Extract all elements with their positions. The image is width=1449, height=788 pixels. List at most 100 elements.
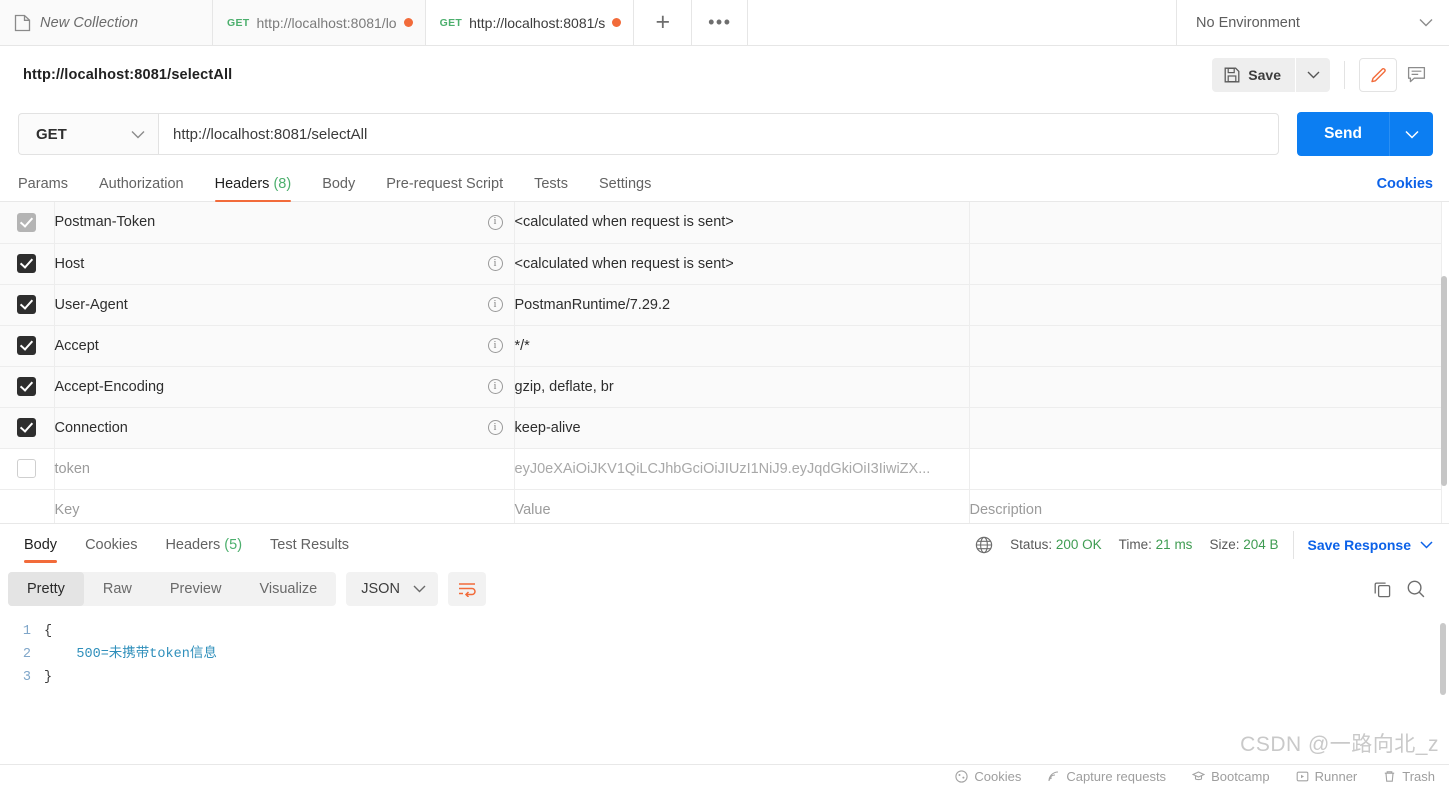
header-key-cell[interactable]: Accept-Encoding i (54, 366, 515, 408)
header-value-cell[interactable]: eyJ0eXAiOiJKV1QiLCJhbGciOiJIUzI1NiJ9.eyJ… (514, 448, 970, 490)
info-icon[interactable]: i (487, 420, 503, 435)
header-description-cell[interactable] (969, 243, 1442, 285)
header-enabled-checkbox[interactable] (0, 448, 55, 490)
save-response-button[interactable]: Save Response (1308, 537, 1434, 553)
header-key-cell[interactable]: Postman-Token i (54, 202, 515, 244)
chevron-down-icon (1419, 18, 1433, 27)
header-enabled-checkbox[interactable] (0, 202, 55, 244)
header-value-text: PostmanRuntime/7.29.2 (514, 296, 671, 313)
info-icon[interactable]: i (487, 338, 503, 353)
header-key-cell[interactable]: Accept i (54, 325, 515, 367)
response-format-select[interactable]: JSON (346, 572, 438, 606)
view-mode-visualize[interactable]: Visualize (240, 572, 336, 606)
status-bar-capture-requests[interactable]: Capture requests (1047, 769, 1166, 784)
header-enabled-checkbox[interactable] (0, 243, 55, 285)
header-key-cell[interactable]: token (54, 448, 515, 490)
header-key-cell[interactable]: Host i (54, 243, 515, 285)
header-description-cell[interactable] (969, 448, 1442, 490)
header-enabled-checkbox[interactable] (0, 325, 55, 367)
save-response-label: Save Response (1307, 536, 1412, 553)
header-key-text: Connection (54, 419, 128, 436)
save-options-button[interactable] (1296, 58, 1330, 92)
table-row[interactable]: Accept i */* (0, 325, 1442, 367)
status-bar-cookies[interactable]: Cookies (955, 769, 1021, 784)
status-bar-runner[interactable]: Runner (1296, 769, 1357, 784)
send-button[interactable]: Send (1297, 112, 1389, 156)
table-row-placeholder[interactable]: Key Value Description (0, 489, 1442, 523)
header-key-cell[interactable]: User-Agent i (54, 284, 515, 326)
placeholder-value-cell[interactable]: Value (514, 489, 970, 523)
header-enabled-checkbox[interactable] (0, 284, 55, 326)
request-tab-1[interactable]: GET http://localhost:8081/lo (213, 0, 426, 45)
tab-headers[interactable]: Headers (8) (214, 176, 291, 202)
header-value-cell[interactable]: */* (514, 325, 970, 367)
header-description-cell[interactable] (969, 366, 1442, 408)
tab-pre-request-script[interactable]: Pre-request Script (386, 176, 503, 201)
view-mode-raw[interactable]: Raw (84, 572, 151, 606)
table-row[interactable]: token eyJ0eXAiOiJKV1QiLCJhbGciOiJIUzI1Ni… (0, 448, 1442, 490)
tab-strip: New Collection GET http://localhost:8081… (0, 0, 1449, 46)
view-mode-preview[interactable]: Preview (151, 572, 241, 606)
response-tab-test-results[interactable]: Test Results (270, 527, 349, 563)
header-value-cell[interactable]: <calculated when request is sent> (514, 243, 970, 285)
info-icon[interactable]: i (487, 297, 503, 312)
header-value-cell[interactable]: PostmanRuntime/7.29.2 (514, 284, 970, 326)
table-row[interactable]: User-Agent i PostmanRuntime/7.29.2 (0, 284, 1442, 326)
request-tab-2[interactable]: GET http://localhost:8081/s (425, 0, 635, 45)
header-value-cell[interactable]: keep-alive (514, 407, 970, 449)
response-tab-body[interactable]: Body (24, 527, 58, 563)
header-value-cell[interactable]: <calculated when request is sent> (514, 202, 970, 244)
line-number: 1 (22, 624, 31, 639)
status-bar-bootcamp[interactable]: Bootcamp (1192, 769, 1270, 784)
search-response-button[interactable] (1399, 572, 1433, 606)
checkbox-icon (17, 418, 37, 437)
info-icon[interactable]: i (487, 379, 503, 394)
table-row[interactable]: Host i <calculated when request is sent> (0, 243, 1442, 285)
tab-body[interactable]: Body (322, 176, 355, 201)
header-description-cell[interactable] (969, 407, 1442, 449)
size-value: 204 B (1243, 537, 1279, 552)
view-mode-pretty[interactable]: Pretty (8, 572, 84, 606)
header-description-cell[interactable] (969, 202, 1442, 244)
response-format-value: JSON (361, 581, 400, 597)
code-line: 1 { (0, 620, 1449, 643)
header-value-cell[interactable]: gzip, deflate, br (514, 366, 970, 408)
header-description-cell[interactable] (969, 325, 1442, 367)
header-key-cell[interactable]: Connection i (54, 407, 515, 449)
tab-options-button[interactable]: ••• (692, 0, 749, 45)
header-enabled-checkbox[interactable] (0, 366, 55, 408)
word-wrap-button[interactable] (447, 572, 486, 606)
tab-params[interactable]: Params (18, 176, 68, 201)
edit-request-button[interactable] (1359, 58, 1397, 92)
table-row[interactable]: Accept-Encoding i gzip, deflate, br (0, 366, 1442, 408)
http-method-select[interactable]: GET (18, 113, 158, 155)
header-description-cell[interactable] (969, 284, 1442, 326)
info-icon[interactable]: i (487, 214, 503, 230)
status-label: Status: (1010, 537, 1053, 552)
response-body-scrollbar[interactable] (1440, 623, 1446, 695)
placeholder-key-cell[interactable]: Key (54, 489, 515, 523)
headers-table-scrollbar[interactable] (1441, 276, 1447, 486)
header-enabled-checkbox[interactable] (0, 407, 55, 449)
collection-chip[interactable]: New Collection (0, 0, 213, 45)
save-button[interactable]: Save (1212, 58, 1295, 92)
response-body-code[interactable]: 1 { 2 500=未携带token信息 3 } CSDN @一路向北_z (0, 613, 1449, 788)
tab-authorization[interactable]: Authorization (99, 176, 184, 201)
tab-tests[interactable]: Tests (534, 176, 568, 201)
new-tab-button[interactable]: + (634, 0, 693, 45)
tab-settings[interactable]: Settings (599, 176, 651, 201)
response-tab-headers[interactable]: Headers (5) (165, 527, 242, 563)
environment-selector[interactable]: No Environment (1177, 0, 1449, 45)
table-row[interactable]: Connection i keep-alive (0, 407, 1442, 449)
response-tab-test-results-label: Test Results (270, 536, 350, 553)
status-bar-trash[interactable]: Trash (1383, 769, 1435, 784)
url-input[interactable]: http://localhost:8081/selectAll (158, 113, 1280, 155)
placeholder-description-cell[interactable]: Description (969, 489, 1442, 523)
response-tab-cookies[interactable]: Cookies (85, 527, 137, 563)
send-options-button[interactable] (1389, 112, 1433, 156)
copy-response-button[interactable] (1365, 572, 1399, 606)
cookies-link[interactable]: Cookies (1377, 176, 1433, 201)
info-icon[interactable]: i (487, 256, 503, 271)
table-row[interactable]: Postman-Token i <calculated when request… (0, 202, 1442, 244)
comment-button[interactable] (1397, 58, 1435, 92)
